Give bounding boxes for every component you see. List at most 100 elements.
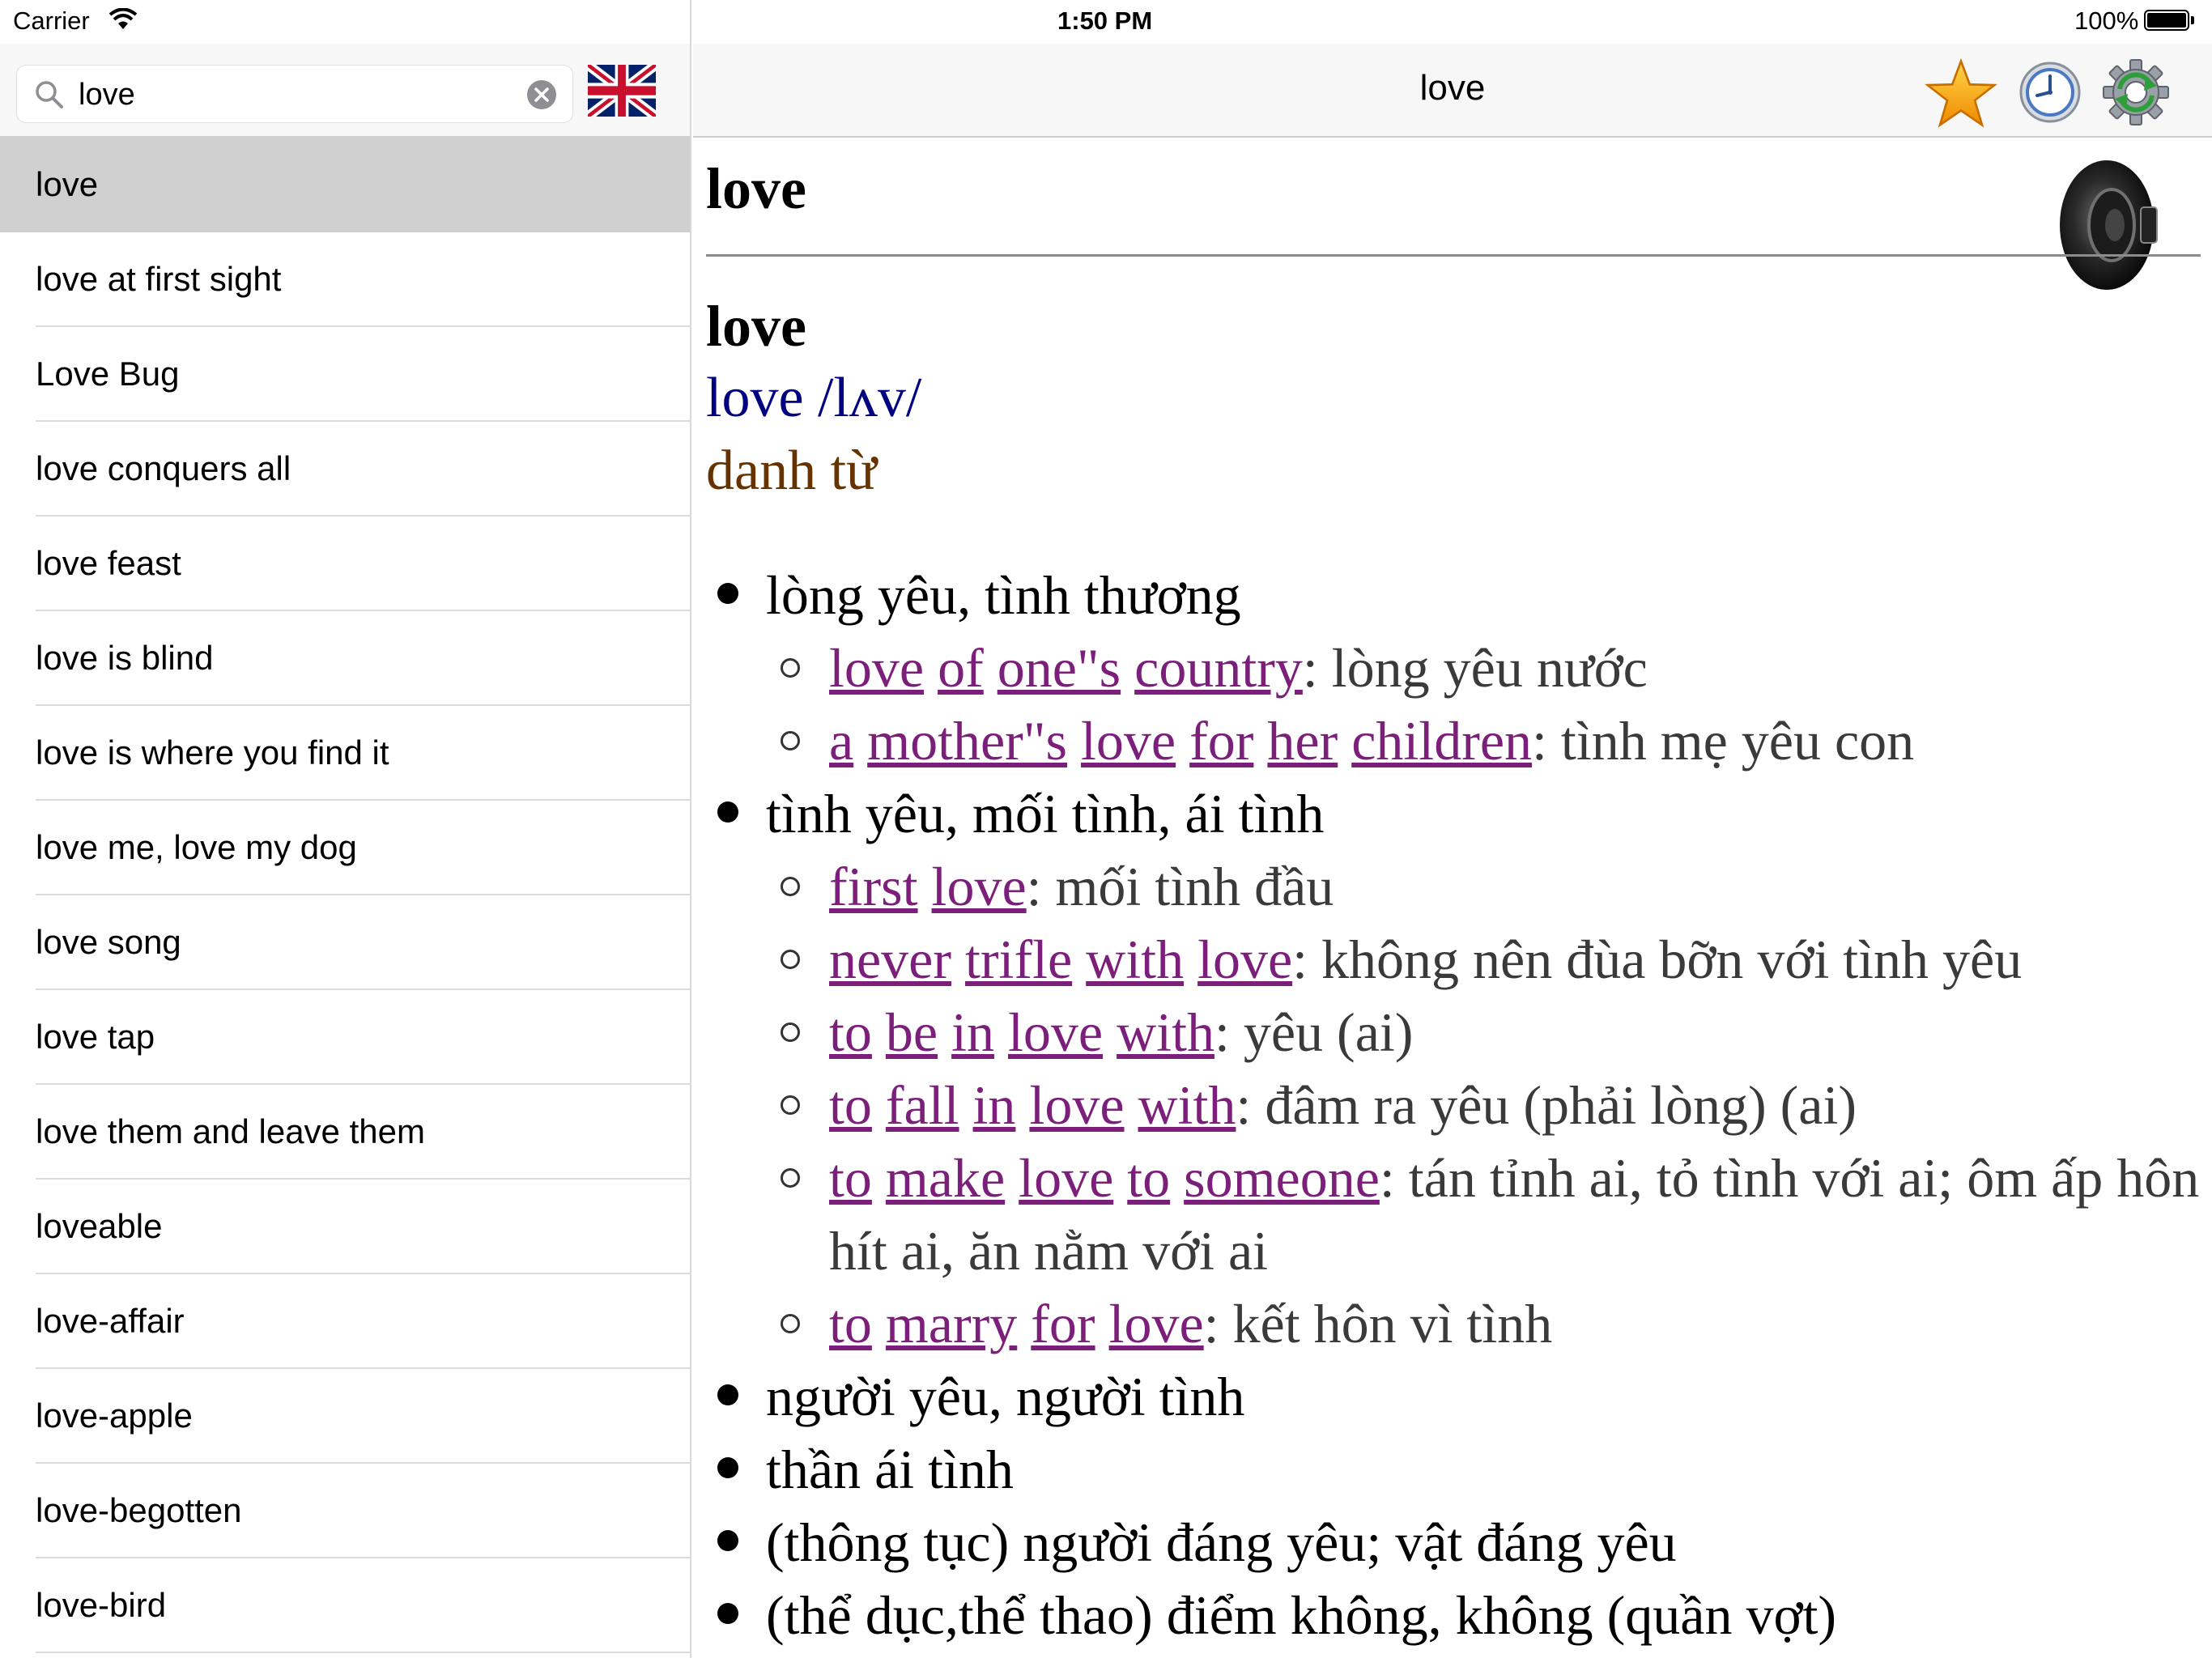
word-link[interactable]: with xyxy=(1117,1001,1214,1063)
sense-item: người yêu, người tình xyxy=(704,1360,2202,1433)
divider xyxy=(706,254,2201,257)
circle-bullet-icon xyxy=(781,950,800,969)
word-link[interactable]: marry xyxy=(886,1293,1017,1354)
word-link[interactable]: someone xyxy=(1184,1147,1380,1209)
sense-text: (thông tục) người đáng yêu; vật đáng yêu xyxy=(766,1511,1677,1573)
word-link[interactable]: love xyxy=(1081,710,1176,772)
word-link[interactable]: mother"s xyxy=(867,710,1067,772)
word-link[interactable]: one"s xyxy=(998,637,1121,699)
clear-search-icon[interactable] xyxy=(527,80,556,109)
word-link[interactable]: love xyxy=(932,856,1027,917)
word-link[interactable]: love xyxy=(829,637,924,699)
word-list-item[interactable]: loveable xyxy=(0,1180,690,1274)
search-input[interactable] xyxy=(79,72,516,117)
settings-gear-icon[interactable] xyxy=(2100,57,2172,128)
circle-bullet-icon xyxy=(781,658,800,678)
word-list-item-label: love feast xyxy=(36,544,181,582)
sense-text: lòng yêu, tình thương xyxy=(766,564,1241,626)
sense-text: tình yêu, mối tình, ái tình xyxy=(766,783,1325,844)
word-link[interactable]: for xyxy=(1031,1293,1095,1354)
word-link[interactable]: to xyxy=(829,1074,872,1136)
word-list-item[interactable]: love is where you find it xyxy=(0,706,690,801)
word-link[interactable]: for xyxy=(1189,710,1253,772)
example-item: to make love to someone: tán tỉnh ai, tỏ… xyxy=(704,1141,2202,1287)
word-list-item[interactable]: love me, love my dog xyxy=(0,801,690,895)
word-list-item[interactable]: love-apple xyxy=(0,1369,690,1464)
sidebar: love love at first sight Love Bug love conq… xyxy=(0,0,691,1658)
word-list-item-label: love-bird xyxy=(36,1586,167,1624)
word-list-item-label: love me, love my dog xyxy=(36,828,357,866)
word-link[interactable]: first xyxy=(829,856,918,917)
word-link[interactable]: to xyxy=(829,1147,872,1209)
word-list-item-label: love-affair xyxy=(36,1302,185,1340)
sense-item: (thông tục) người đáng yêu; vật đáng yêu xyxy=(704,1506,2202,1579)
bullet-icon xyxy=(717,583,738,604)
search-bar xyxy=(0,44,690,138)
example-translation: : lòng yêu nước xyxy=(1302,637,1648,699)
word-link[interactable]: never xyxy=(829,929,951,990)
battery-icon xyxy=(2144,10,2194,31)
word-link[interactable]: make xyxy=(886,1147,1005,1209)
star-icon[interactable] xyxy=(1924,58,1998,128)
word-link[interactable]: be xyxy=(886,1001,938,1063)
word-link[interactable]: fall xyxy=(886,1074,959,1136)
bullet-icon xyxy=(717,1603,738,1624)
word-list-item[interactable]: love at first sight xyxy=(0,232,690,327)
word-link[interactable]: with xyxy=(1138,1074,1236,1136)
headword-title: love xyxy=(706,156,806,221)
word-list-item-label: love xyxy=(36,165,99,203)
sense-item: lòng yêu, tình thương xyxy=(704,559,2202,631)
word-list-item[interactable]: love xyxy=(0,138,690,232)
circle-bullet-icon xyxy=(781,1022,800,1042)
word-link[interactable]: love xyxy=(1109,1293,1204,1354)
word-link[interactable]: with xyxy=(1086,929,1184,990)
word-link[interactable]: her xyxy=(1267,710,1338,772)
word-list-item-label: love is where you find it xyxy=(36,733,389,772)
word-list-item[interactable]: love tap xyxy=(0,990,690,1085)
word-list-item[interactable]: love-bird xyxy=(0,1558,690,1653)
row-separator xyxy=(36,1652,690,1653)
word-link[interactable]: country xyxy=(1134,637,1303,699)
sense-text: thần ái tình xyxy=(766,1439,1014,1500)
word-list-item[interactable]: love-affair xyxy=(0,1274,690,1369)
word-link[interactable]: in xyxy=(973,1074,1016,1136)
word-link[interactable]: of xyxy=(938,637,984,699)
word-link[interactable]: love xyxy=(1029,1074,1124,1136)
word-list-item[interactable]: love them and leave them xyxy=(0,1085,690,1180)
battery-percent: 100% xyxy=(2074,6,2139,35)
word-link[interactable]: love xyxy=(1197,929,1292,990)
example-item: to fall in love with: đâm ra yêu (phải l… xyxy=(704,1069,2202,1141)
example-item: a mother"s love for her children: tình m… xyxy=(704,704,2202,777)
word-link[interactable]: children xyxy=(1351,710,1532,772)
bullet-icon xyxy=(717,801,738,823)
history-clock-icon[interactable] xyxy=(2018,60,2082,125)
word-list-item-label: love conquers all xyxy=(36,449,291,487)
example-item: to marry for love: kết hôn vì tình xyxy=(704,1287,2202,1360)
word-list-item[interactable]: love-begotten xyxy=(0,1464,690,1558)
circle-bullet-icon xyxy=(781,1095,800,1115)
word-link[interactable]: to xyxy=(829,1001,872,1063)
word-link[interactable]: trifle xyxy=(965,929,1072,990)
word-list-item[interactable]: love feast xyxy=(0,517,690,611)
word-list-item[interactable]: love conquers all xyxy=(0,422,690,517)
word-link[interactable]: to xyxy=(829,1293,872,1354)
sense-item: thần ái tình xyxy=(704,1433,2202,1506)
word-link[interactable]: in xyxy=(951,1001,994,1063)
entry-word: love xyxy=(706,294,806,359)
circle-bullet-icon xyxy=(781,877,800,896)
example-item: first love: mối tình đầu xyxy=(704,850,2202,923)
word-link[interactable]: to xyxy=(1127,1147,1170,1209)
word-list-item[interactable]: love is blind xyxy=(0,611,690,706)
search-field[interactable] xyxy=(16,65,573,123)
speaker-icon[interactable] xyxy=(2045,157,2159,293)
word-link[interactable]: love xyxy=(1008,1001,1103,1063)
word-link[interactable]: a xyxy=(829,710,853,772)
word-list-item[interactable]: Love Bug xyxy=(0,327,690,422)
word-link[interactable]: love xyxy=(1019,1147,1113,1209)
sense-item: tình yêu, mối tình, ái tình xyxy=(704,777,2202,850)
word-list: love love at first sight Love Bug love conq… xyxy=(0,138,690,1653)
uk-flag-icon[interactable] xyxy=(588,65,656,117)
bullet-icon xyxy=(717,1457,738,1478)
word-list-item[interactable]: love song xyxy=(0,895,690,990)
circle-bullet-icon xyxy=(781,731,800,750)
